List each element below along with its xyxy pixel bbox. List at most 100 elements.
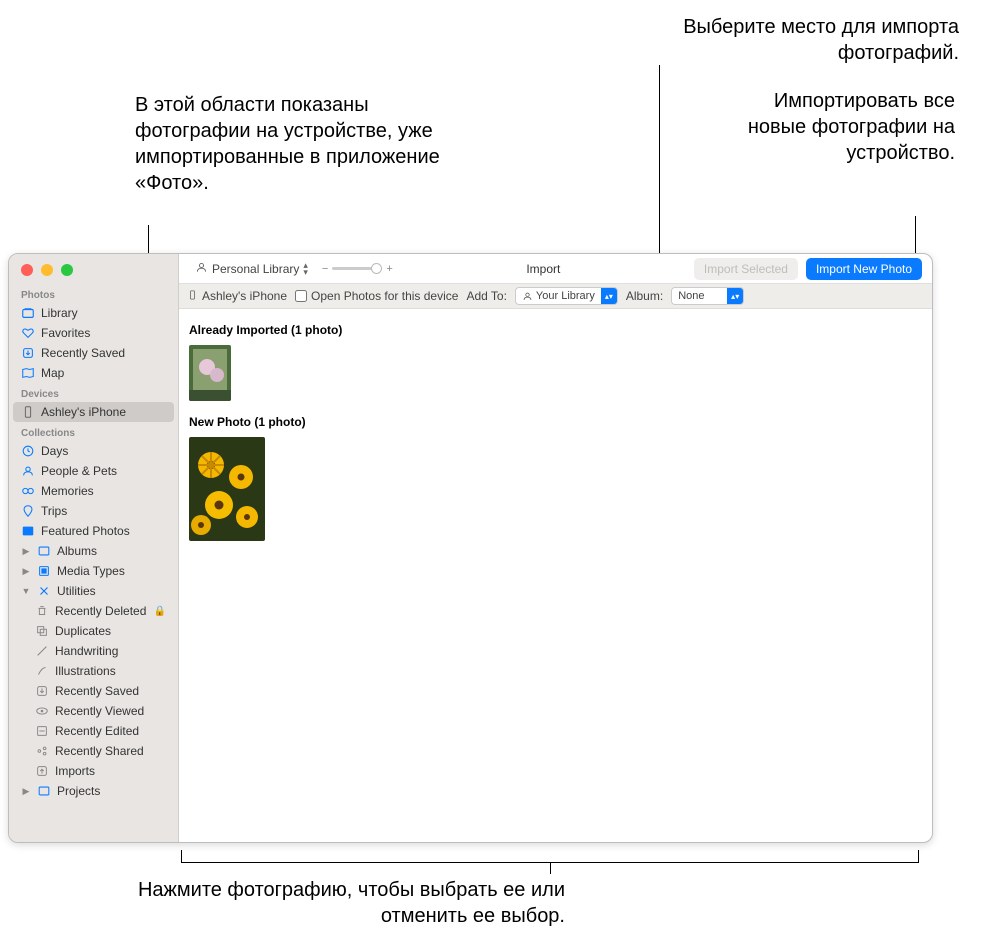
import-grid[interactable]: Already Imported (1 photo) New Photo (1 … bbox=[179, 309, 932, 842]
disclosure-icon[interactable]: ▼ bbox=[21, 586, 31, 596]
photo-thumbnail[interactable] bbox=[189, 437, 265, 541]
sidebar-item-utilities[interactable]: ▼ Utilities bbox=[9, 581, 178, 601]
import-selected-button[interactable]: Import Selected bbox=[694, 258, 798, 280]
photo-thumbnail[interactable] bbox=[189, 345, 231, 401]
sidebar-item-label: Map bbox=[41, 366, 166, 380]
sidebar-item-recently-viewed[interactable]: Recently Viewed bbox=[9, 701, 178, 721]
sidebar-item-illustrations[interactable]: Illustrations bbox=[9, 661, 178, 681]
pin-icon bbox=[21, 504, 35, 518]
annotation-already-imported: В этой области показаны фотографии на ус… bbox=[135, 92, 445, 196]
sidebar-item-featured[interactable]: Featured Photos bbox=[9, 521, 178, 541]
sidebar-item-label: Handwriting bbox=[55, 644, 166, 658]
iphone-icon bbox=[187, 288, 198, 305]
library-icon bbox=[21, 306, 35, 320]
close-button[interactable] bbox=[21, 264, 33, 276]
map-icon bbox=[21, 366, 35, 380]
heart-icon bbox=[21, 326, 35, 340]
sidebar-item-label: Recently Saved bbox=[55, 684, 166, 698]
featured-icon bbox=[21, 524, 35, 538]
sidebar-item-albums[interactable]: ▶ Albums bbox=[9, 541, 178, 561]
sidebar-item-favorites[interactable]: Favorites bbox=[9, 323, 178, 343]
minimize-button[interactable] bbox=[41, 264, 53, 276]
addto-label: Add To: bbox=[466, 289, 506, 303]
window-controls bbox=[9, 254, 178, 284]
share-icon bbox=[35, 744, 49, 758]
library-dropdown-label: Personal Library bbox=[212, 262, 299, 276]
sidebar-item-label: People & Pets bbox=[41, 464, 166, 478]
addto-popup[interactable]: Your Library ▴▾ bbox=[515, 287, 618, 305]
sidebar-item-label: Albums bbox=[57, 544, 166, 558]
sidebar-item-library[interactable]: Library bbox=[9, 303, 178, 323]
new-photo-row bbox=[189, 437, 922, 541]
sidebar-header-devices: Devices bbox=[9, 383, 178, 402]
library-dropdown[interactable]: Personal Library ▴▾ bbox=[189, 259, 314, 279]
sidebar-item-label: Memories bbox=[41, 484, 166, 498]
lock-icon: 🔒 bbox=[154, 606, 166, 617]
sidebar-item-device[interactable]: Ashley's iPhone bbox=[13, 402, 174, 422]
slider-track[interactable] bbox=[332, 267, 382, 270]
import-subbar: Ashley's iPhone Open Photos for this dev… bbox=[179, 284, 932, 309]
person-icon bbox=[195, 261, 208, 277]
updown-icon: ▴▾ bbox=[303, 262, 308, 276]
sidebar-item-map[interactable]: Map bbox=[9, 363, 178, 383]
open-photos-checkbox[interactable]: Open Photos for this device bbox=[295, 289, 458, 303]
open-photos-checkbox-input[interactable] bbox=[295, 290, 307, 302]
sidebar-item-label: Media Types bbox=[57, 564, 166, 578]
sidebar-item-label: Illustrations bbox=[55, 664, 166, 678]
album-icon bbox=[37, 544, 51, 558]
import-new-button[interactable]: Import New Photo bbox=[806, 258, 922, 280]
sidebar-item-label: Recently Shared bbox=[55, 744, 166, 758]
download-icon bbox=[21, 346, 35, 360]
sidebar-item-u-recently-saved[interactable]: Recently Saved bbox=[9, 681, 178, 701]
sidebar-item-label: Utilities bbox=[57, 584, 166, 598]
eye-icon bbox=[35, 704, 49, 718]
slider-thumb[interactable] bbox=[371, 263, 382, 274]
subbar-device: Ashley's iPhone bbox=[187, 288, 287, 305]
duplicates-icon bbox=[35, 624, 49, 638]
zoom-slider[interactable]: − + bbox=[322, 263, 393, 275]
sidebar-item-trips[interactable]: Trips bbox=[9, 501, 178, 521]
window-title: Import bbox=[401, 262, 686, 276]
sidebar-item-memories[interactable]: Memories bbox=[9, 481, 178, 501]
memories-icon bbox=[21, 484, 35, 498]
clock-icon bbox=[21, 444, 35, 458]
zoom-out-label: − bbox=[322, 263, 328, 275]
disclosure-icon[interactable]: ▶ bbox=[21, 786, 31, 797]
sidebar-item-label: Duplicates bbox=[55, 624, 166, 638]
sidebar-item-duplicates[interactable]: Duplicates bbox=[9, 621, 178, 641]
sidebar-item-label: Ashley's iPhone bbox=[41, 405, 162, 419]
sidebar-item-projects[interactable]: ▶ Projects bbox=[9, 781, 178, 801]
sidebar-item-handwriting[interactable]: Handwriting bbox=[9, 641, 178, 661]
brush-icon bbox=[35, 664, 49, 678]
maximize-button[interactable] bbox=[61, 264, 73, 276]
sidebar-item-recently-shared[interactable]: Recently Shared bbox=[9, 741, 178, 761]
person-icon bbox=[522, 291, 533, 302]
popup-arrows-icon: ▴▾ bbox=[727, 288, 743, 304]
pencil-icon bbox=[35, 644, 49, 658]
sidebar-header-collections: Collections bbox=[9, 422, 178, 441]
sidebar-item-label: Recently Deleted bbox=[55, 604, 148, 618]
disclosure-icon[interactable]: ▶ bbox=[21, 566, 31, 577]
popup-arrows-icon: ▴▾ bbox=[601, 288, 617, 304]
sidebar-item-recently-saved[interactable]: Recently Saved bbox=[9, 343, 178, 363]
sidebar-item-days[interactable]: Days bbox=[9, 441, 178, 461]
open-photos-label: Open Photos for this device bbox=[311, 289, 458, 303]
sidebar-item-label: Days bbox=[41, 444, 166, 458]
sidebar-item-label: Projects bbox=[57, 784, 166, 798]
sidebar-item-label: Imports bbox=[55, 764, 166, 778]
main-content: Personal Library ▴▾ − + Import Import Se… bbox=[179, 254, 932, 842]
album-popup[interactable]: None ▴▾ bbox=[671, 287, 744, 305]
section-already-imported: Already Imported (1 photo) bbox=[189, 323, 922, 337]
sidebar-item-label: Library bbox=[41, 306, 166, 320]
sidebar-item-label: Featured Photos bbox=[41, 524, 166, 538]
sidebar-item-imports[interactable]: Imports bbox=[9, 761, 178, 781]
zoom-in-label: + bbox=[386, 263, 392, 275]
download-icon bbox=[35, 684, 49, 698]
sidebar-item-recently-edited[interactable]: Recently Edited bbox=[9, 721, 178, 741]
sidebar-item-recently-deleted[interactable]: Recently Deleted 🔒 bbox=[9, 601, 178, 621]
disclosure-icon[interactable]: ▶ bbox=[21, 546, 31, 557]
import-icon bbox=[35, 764, 49, 778]
sidebar-item-media-types[interactable]: ▶ Media Types bbox=[9, 561, 178, 581]
edit-icon bbox=[35, 724, 49, 738]
sidebar-item-people[interactable]: People & Pets bbox=[9, 461, 178, 481]
